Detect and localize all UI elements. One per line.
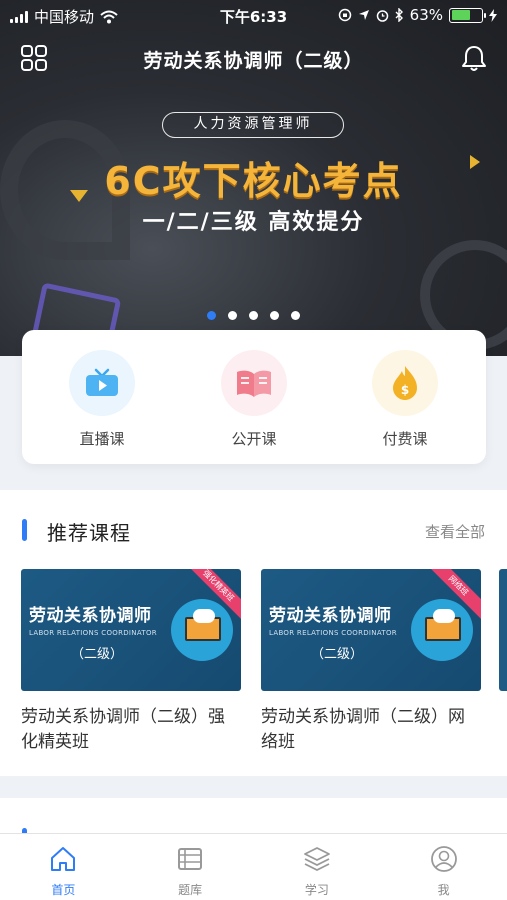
carousel-dot[interactable] bbox=[249, 311, 258, 320]
category-label: 直播课 bbox=[79, 430, 125, 448]
category-icon-bg bbox=[221, 350, 287, 416]
page-title[interactable]: 劳动关系协调师（二级） bbox=[0, 46, 507, 73]
category-paid[interactable]: $ 付费课 bbox=[350, 350, 460, 449]
course-card[interactable]: 劳动关系协调师 LABOR RELATIONS COORDINATOR （二级）… bbox=[21, 569, 241, 755]
location-icon bbox=[358, 10, 369, 20]
tab-label: 我 bbox=[437, 883, 450, 897]
thumbnail-subtitle: LABOR RELATIONS COORDINATOR bbox=[269, 629, 397, 637]
recommended-section: 推荐课程 查看全部 劳动关系协调师 LABOR RELATIONS COORDI… bbox=[0, 490, 507, 776]
tab-bar: 首页 题库 学习 我 bbox=[0, 833, 507, 900]
thumbnail-level: （二级） bbox=[311, 647, 364, 662]
alarm-icon bbox=[376, 9, 388, 22]
carousel-indicator bbox=[0, 311, 507, 320]
book-icon bbox=[237, 370, 271, 397]
category-card: 直播课 公开课 $ 付费课 bbox=[22, 330, 486, 464]
thumbnail-title: 劳动关系协调师 bbox=[269, 606, 392, 626]
tab-home[interactable]: 首页 bbox=[0, 834, 127, 900]
tab-label: 学习 bbox=[304, 883, 329, 897]
top-nav: 劳动关系协调师（二级） bbox=[0, 38, 507, 78]
bell-icon[interactable] bbox=[459, 43, 489, 73]
course-card-peek[interactable] bbox=[499, 569, 507, 691]
banner-subline: 一/二/三级 高效提分 bbox=[142, 210, 365, 235]
battery-icon bbox=[449, 7, 486, 23]
svg-text:$: $ bbox=[401, 383, 409, 397]
tv-icon bbox=[86, 368, 118, 396]
tab-label: 题库 bbox=[178, 883, 203, 897]
category-icon-bg bbox=[69, 350, 135, 416]
tab-study[interactable]: 学习 bbox=[254, 834, 381, 900]
thumbnail-illustration bbox=[193, 609, 215, 623]
carousel-dot[interactable] bbox=[291, 311, 300, 320]
tab-question-bank[interactable]: 题库 bbox=[127, 834, 254, 900]
thumbnail-title: 劳动关系协调师 bbox=[29, 606, 152, 626]
tab-profile[interactable]: 我 bbox=[380, 834, 507, 900]
category-icon-bg: $ bbox=[372, 350, 438, 416]
carousel-dot[interactable] bbox=[270, 311, 279, 320]
banner-tag: 人力资源管理师 bbox=[162, 112, 344, 138]
thumbnail-subtitle: LABOR RELATIONS COORDINATOR bbox=[29, 629, 157, 637]
course-title[interactable]: 劳动关系协调师（二级）强化精英班 bbox=[21, 705, 241, 755]
section-marker bbox=[22, 519, 27, 541]
home-icon bbox=[51, 847, 76, 871]
layers-icon bbox=[303, 847, 330, 872]
category-label: 公开课 bbox=[231, 430, 277, 448]
coin-flame-icon: $ bbox=[393, 366, 417, 400]
next-section bbox=[0, 798, 507, 838]
tab-label: 首页 bbox=[51, 883, 76, 897]
course-card[interactable]: 劳动关系协调师 LABOR RELATIONS COORDINATOR （二级）… bbox=[261, 569, 481, 755]
bluetooth-icon bbox=[395, 8, 403, 22]
course-title[interactable]: 劳动关系协调师（二级）网络班 bbox=[261, 705, 481, 755]
orientation-lock-icon bbox=[338, 8, 351, 22]
thumbnail-illustration bbox=[433, 609, 455, 623]
category-live[interactable]: 直播课 bbox=[47, 350, 157, 449]
banner-headline: 6C攻下核心考点 bbox=[104, 159, 403, 203]
course-thumbnail[interactable]: 劳动关系协调师 LABOR RELATIONS COORDINATOR （二级）… bbox=[21, 569, 241, 691]
profile-icon bbox=[430, 846, 457, 872]
section-title: 推荐课程 bbox=[47, 521, 131, 545]
status-bar: 中国移动 下午6:33 63% bbox=[0, 0, 507, 30]
battery-percent: 63% bbox=[409, 6, 443, 24]
category-label: 付费课 bbox=[382, 430, 428, 448]
carousel-dot[interactable] bbox=[228, 311, 237, 320]
question-bank-icon bbox=[178, 848, 203, 870]
category-public[interactable]: 公开课 bbox=[199, 350, 309, 449]
course-thumbnail[interactable]: 劳动关系协调师 LABOR RELATIONS COORDINATOR （二级）… bbox=[261, 569, 481, 691]
view-all-link[interactable]: 查看全部 bbox=[425, 521, 485, 542]
charging-icon bbox=[489, 8, 497, 22]
carousel-dot[interactable] bbox=[207, 311, 216, 320]
thumbnail-level: （二级） bbox=[71, 647, 124, 662]
